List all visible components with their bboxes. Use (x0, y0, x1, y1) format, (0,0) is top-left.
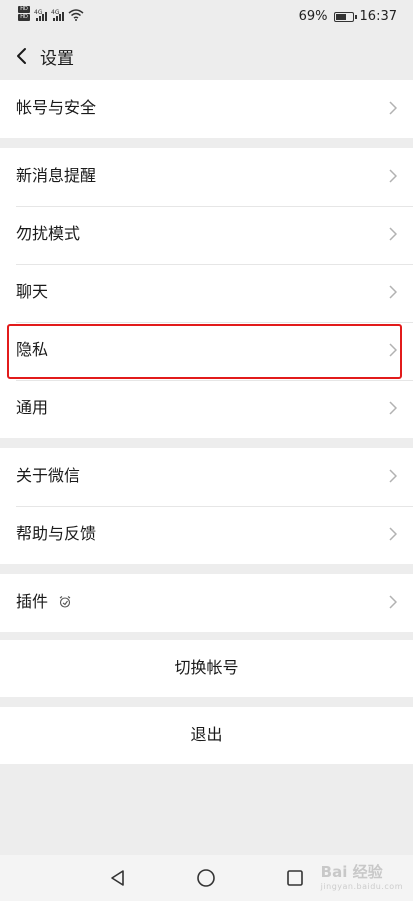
title-bar: 设置 (0, 33, 413, 80)
battery-icon (333, 11, 357, 22)
settings-item-general[interactable]: 通用 (0, 380, 413, 438)
battery-percent: 69% (298, 9, 328, 24)
settings-item-chat[interactable]: 聊天 (0, 264, 413, 322)
settings-item-label: 新消息提醒 (16, 166, 97, 185)
chevron-right-icon (389, 101, 397, 115)
settings-item-label: 隐私 (16, 340, 49, 359)
switch-account-button[interactable]: 切换帐号 (0, 640, 413, 697)
settings-item-label: 插件 (16, 592, 49, 611)
network-label: 4G (51, 9, 60, 16)
chevron-right-icon (389, 469, 397, 483)
settings-group-account: 帐号与安全 (0, 80, 413, 138)
system-nav-bar: Bai 经验 jingyan.baidu.com (0, 855, 413, 901)
settings-group-about: 关于微信 帮助与反馈 (0, 448, 413, 564)
chevron-right-icon (389, 527, 397, 541)
settings-item-plugins[interactable]: 插件 (0, 574, 413, 632)
settings-group-main: 新消息提醒 勿扰模式 聊天 隐私 通用 (0, 148, 413, 438)
chevron-right-icon (389, 595, 397, 609)
status-bar: HD HD 4G 4G 69% 16:37 (0, 0, 413, 33)
settings-item-label: 帮助与反馈 (16, 524, 97, 543)
switch-account-label: 切换帐号 (174, 658, 239, 677)
settings-item-label: 聊天 (16, 282, 49, 301)
chevron-right-icon (389, 169, 397, 183)
page-title: 设置 (40, 49, 74, 69)
settings-item-notifications[interactable]: 新消息提醒 (0, 148, 413, 206)
settings-group-plugins: 插件 (0, 574, 413, 632)
recents-square-icon[interactable] (285, 868, 305, 888)
baidu-watermark: Bai 经验 jingyan.baidu.com (321, 861, 403, 891)
chevron-right-icon (389, 401, 397, 415)
signal-icon: 4G (51, 9, 64, 21)
home-circle-icon[interactable] (196, 868, 216, 888)
settings-item-help-feedback[interactable]: 帮助与反馈 (0, 506, 413, 564)
settings-item-label: 关于微信 (16, 466, 81, 485)
settings-item-label: 通用 (16, 398, 49, 417)
hd-label: HD (18, 14, 30, 21)
chevron-right-icon (389, 343, 397, 357)
network-label: 4G (34, 9, 43, 16)
watermark-subtext: jingyan.baidu.com (320, 882, 403, 891)
highlight-box (7, 324, 402, 379)
status-right: 69% 16:37 (299, 9, 397, 24)
hd-icon: HD HD (18, 6, 30, 21)
hd-label: HD (18, 6, 30, 13)
signal-icon: 4G (34, 9, 47, 21)
chevron-left-icon[interactable] (12, 45, 34, 67)
settings-item-privacy[interactable]: 隐私 (0, 322, 413, 380)
settings-item-account-security[interactable]: 帐号与安全 (0, 80, 413, 138)
settings-item-do-not-disturb[interactable]: 勿扰模式 (0, 206, 413, 264)
settings-item-about[interactable]: 关于微信 (0, 448, 413, 506)
logout-label: 退出 (190, 725, 223, 744)
chevron-right-icon (389, 227, 397, 241)
chevron-right-icon (389, 285, 397, 299)
watermark-text: Bai 经验 (320, 863, 383, 881)
back-triangle-icon[interactable] (108, 868, 128, 888)
clock: 16:37 (359, 9, 397, 24)
settings-item-label: 勿扰模式 (16, 224, 81, 243)
wifi-icon (68, 9, 84, 21)
settings-item-label: 帐号与安全 (16, 98, 97, 117)
logout-button[interactable]: 退出 (0, 707, 413, 764)
plugin-icon (59, 596, 71, 608)
status-left: HD HD 4G 4G (18, 6, 84, 21)
